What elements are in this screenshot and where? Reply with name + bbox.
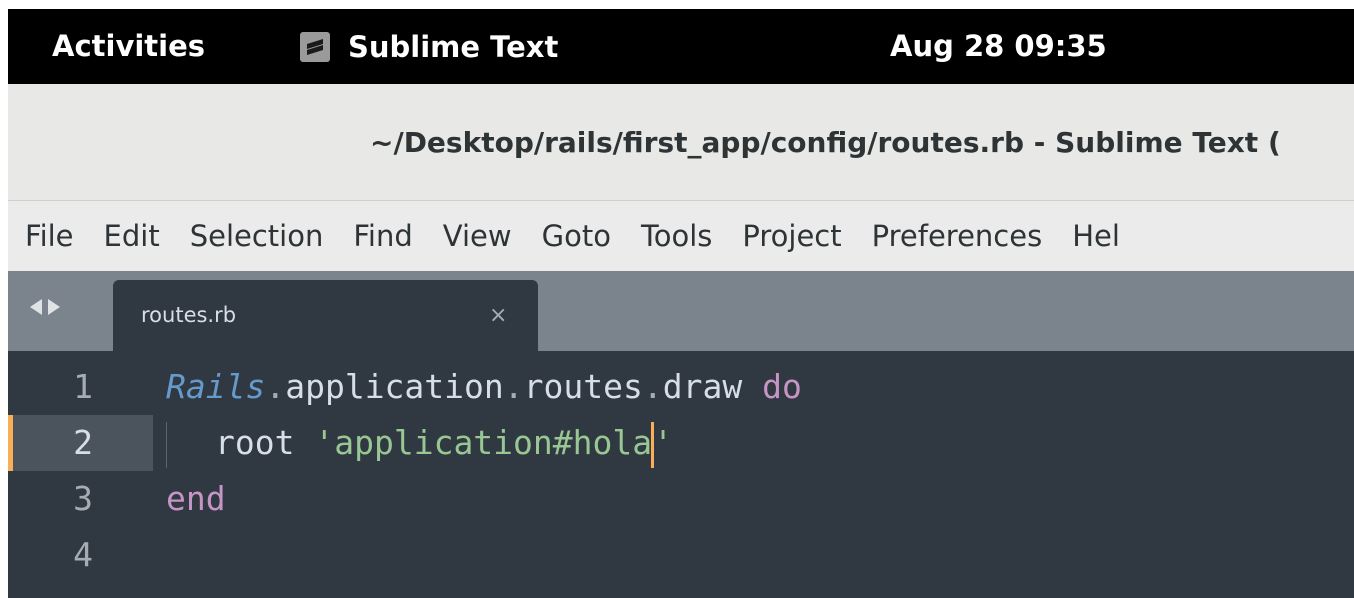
arrow-right-icon[interactable]	[48, 299, 60, 315]
gutter-cell: 1	[8, 359, 153, 415]
code-token: '	[653, 423, 673, 462]
app-menu-button[interactable]: Sublime Text	[300, 9, 558, 84]
code-token: '	[314, 423, 335, 462]
tab-label: routes.rb	[141, 303, 237, 327]
window-title-bar[interactable]: ~/Desktop/rails/first_app/config/routes.…	[8, 84, 1354, 201]
menu-selection[interactable]: Selection	[190, 219, 324, 253]
window-title: ~/Desktop/rails/first_app/config/routes.…	[370, 126, 1281, 159]
menu-preferences[interactable]: Preferences	[872, 219, 1043, 253]
menu-edit[interactable]: Edit	[104, 219, 160, 253]
code-token: application#hola	[334, 423, 653, 462]
code-token: draw	[662, 367, 743, 406]
code-text: Rails.application.routes.draw do	[166, 359, 802, 415]
code-token: application	[285, 367, 504, 406]
code-token: do	[762, 367, 802, 406]
sublime-text-icon	[300, 31, 330, 62]
gnome-top-bar: Activities Sublime Text Aug 28 09:35	[8, 9, 1354, 84]
code-line[interactable]: 1 Rails.application.routes.draw do	[8, 359, 1354, 415]
menu-help[interactable]: Hel	[1072, 219, 1120, 253]
menu-tools[interactable]: Tools	[641, 219, 712, 253]
app-name: Sublime Text	[348, 29, 559, 64]
activities-button[interactable]: Activities	[52, 9, 205, 84]
line-number: 3	[73, 479, 93, 518]
menu-file[interactable]: File	[25, 219, 74, 253]
code-token: root	[215, 423, 295, 462]
current-line-marker	[8, 415, 13, 471]
code-line[interactable]: 2 root 'application#hola'	[8, 415, 1354, 471]
code-text: end	[166, 471, 226, 527]
line-number: 1	[73, 367, 93, 406]
code-text: root 'application#hola'	[166, 415, 673, 471]
gutter-cell: 2	[8, 415, 153, 471]
menu-bar: File Edit Selection Find View Goto Tools…	[8, 201, 1354, 271]
menu-project[interactable]: Project	[742, 219, 841, 253]
code-token: .	[265, 367, 286, 406]
gutter-cell: 3	[8, 471, 153, 527]
clock-button[interactable]: Aug 28 09:35	[890, 9, 1107, 84]
code-token: Rails	[166, 367, 266, 406]
arrow-left-icon[interactable]	[30, 299, 42, 315]
indent-guide	[166, 421, 167, 468]
tab-navigation	[30, 299, 60, 315]
tab-routes-rb[interactable]: routes.rb ×	[113, 280, 538, 351]
code-editor[interactable]: 1 Rails.application.routes.draw do 2 root '…	[8, 351, 1354, 598]
desktop-screen: Activities Sublime Text Aug 28 09:35 ~/D…	[8, 9, 1354, 598]
menu-goto[interactable]: Goto	[542, 219, 611, 253]
line-number: 4	[73, 535, 93, 574]
code-line[interactable]: 4	[8, 527, 1354, 583]
tab-bar: routes.rb ×	[8, 271, 1354, 351]
code-token: .	[503, 367, 524, 406]
code-line[interactable]: 3 end	[8, 471, 1354, 527]
code-token: .	[642, 367, 663, 406]
line-number: 2	[73, 423, 93, 462]
code-token: routes	[523, 367, 643, 406]
menu-find[interactable]: Find	[353, 219, 412, 253]
code-token: end	[166, 479, 226, 518]
gutter-cell: 4	[8, 527, 153, 583]
menu-view[interactable]: View	[443, 219, 512, 253]
close-icon[interactable]: ×	[489, 280, 507, 351]
